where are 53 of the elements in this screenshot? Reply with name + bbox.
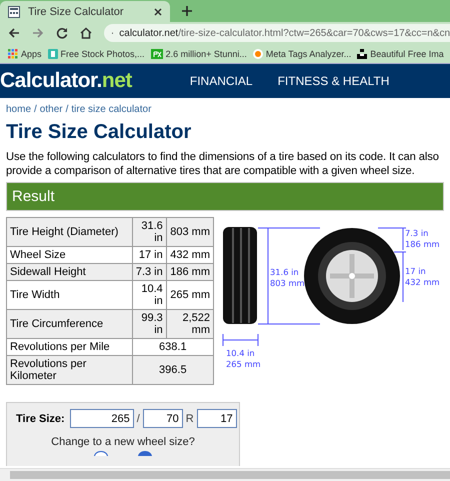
table-cell: 31.6 in <box>132 218 166 246</box>
home-icon[interactable] <box>80 27 92 39</box>
field-label: Tire Size: <box>16 412 65 424</box>
calculator-icon <box>8 6 20 18</box>
table-cell: 99.3 in <box>132 310 166 338</box>
diagram-label: 10.4 in 265 mm <box>226 348 261 369</box>
table-cell: Tire Height (Diameter) <box>6 218 132 246</box>
table-cell: 7.3 in <box>132 264 166 280</box>
table-cell: 396.5 <box>132 356 214 384</box>
bookmark[interactable]: Meta Tags Analyzer... <box>252 48 352 58</box>
radio-button[interactable] <box>94 451 108 456</box>
bookmark[interactable]: Apps <box>8 48 42 58</box>
horizontal-scrollbar[interactable] <box>0 468 450 481</box>
forward-icon[interactable] <box>32 27 44 39</box>
new-tab-icon[interactable] <box>182 6 192 16</box>
table-cell: Revolutions per Kilometer <box>6 356 132 384</box>
diagram-label: 7.3 in 186 mm <box>405 228 440 249</box>
table-cell: 2,522 mm <box>166 310 214 338</box>
circle-icon <box>252 48 263 58</box>
tab-title: Tire Size Calculator <box>28 6 125 18</box>
nav-link[interactable]: FINANCIAL <box>190 74 253 88</box>
separator-text: / <box>136 412 140 424</box>
diagram-label: 17 in 432 mm <box>405 266 440 287</box>
table-cell: 186 mm <box>166 264 214 280</box>
separator-text: R <box>186 412 194 424</box>
wheel-diameter-field[interactable]: 17 <box>196 409 237 428</box>
question-text: Change to a new wheel size? <box>50 436 196 448</box>
reload-icon[interactable] <box>56 27 68 39</box>
page-title: Tire Size Calculator <box>6 121 192 144</box>
intro-text: Use the following calculators to find the dimensions of a tire based on its code. It can also provide a comparison of alternative tires that are compatible with a given wheel size. <box>6 150 440 178</box>
camera-icon <box>357 48 368 58</box>
square-icon <box>150 48 163 58</box>
bookmark[interactable]: Free Stock Photos,... <box>48 48 145 58</box>
aspect-ratio-field[interactable]: 70 <box>142 409 183 428</box>
table-cell: Sidewall Height <box>6 264 132 280</box>
grid-icon <box>8 48 18 58</box>
bookmark[interactable]: 2.6 million+ Stunni... <box>150 48 247 58</box>
dimension-line <box>222 334 258 346</box>
tire-width-field[interactable]: 265 <box>70 409 134 428</box>
browser-tab[interactable]: Tire Size Calculator <box>0 1 170 22</box>
result-heading: Result <box>6 182 444 211</box>
site-logo[interactable]: Calculator.net <box>0 69 132 93</box>
breadcrumb: home / other / tire size calculator <box>6 104 152 115</box>
address-field[interactable]: calculator.net/tire-size-calculator.html?ctw=265&car=70&cws=17&cc=n&cn <box>104 24 450 42</box>
back-icon[interactable] <box>8 27 20 39</box>
diagram-label: 31.6 in 803 mm <box>270 267 305 288</box>
bookmark[interactable]: Beautiful Free Ima <box>357 48 444 58</box>
square-icon <box>48 48 58 58</box>
table-cell: 803 mm <box>166 218 214 246</box>
nav-link[interactable]: FITNESS & HEALTH <box>278 74 390 88</box>
radio-button[interactable] <box>138 451 152 456</box>
close-icon[interactable] <box>154 8 162 16</box>
table-cell: Tire Circumference <box>6 310 132 338</box>
